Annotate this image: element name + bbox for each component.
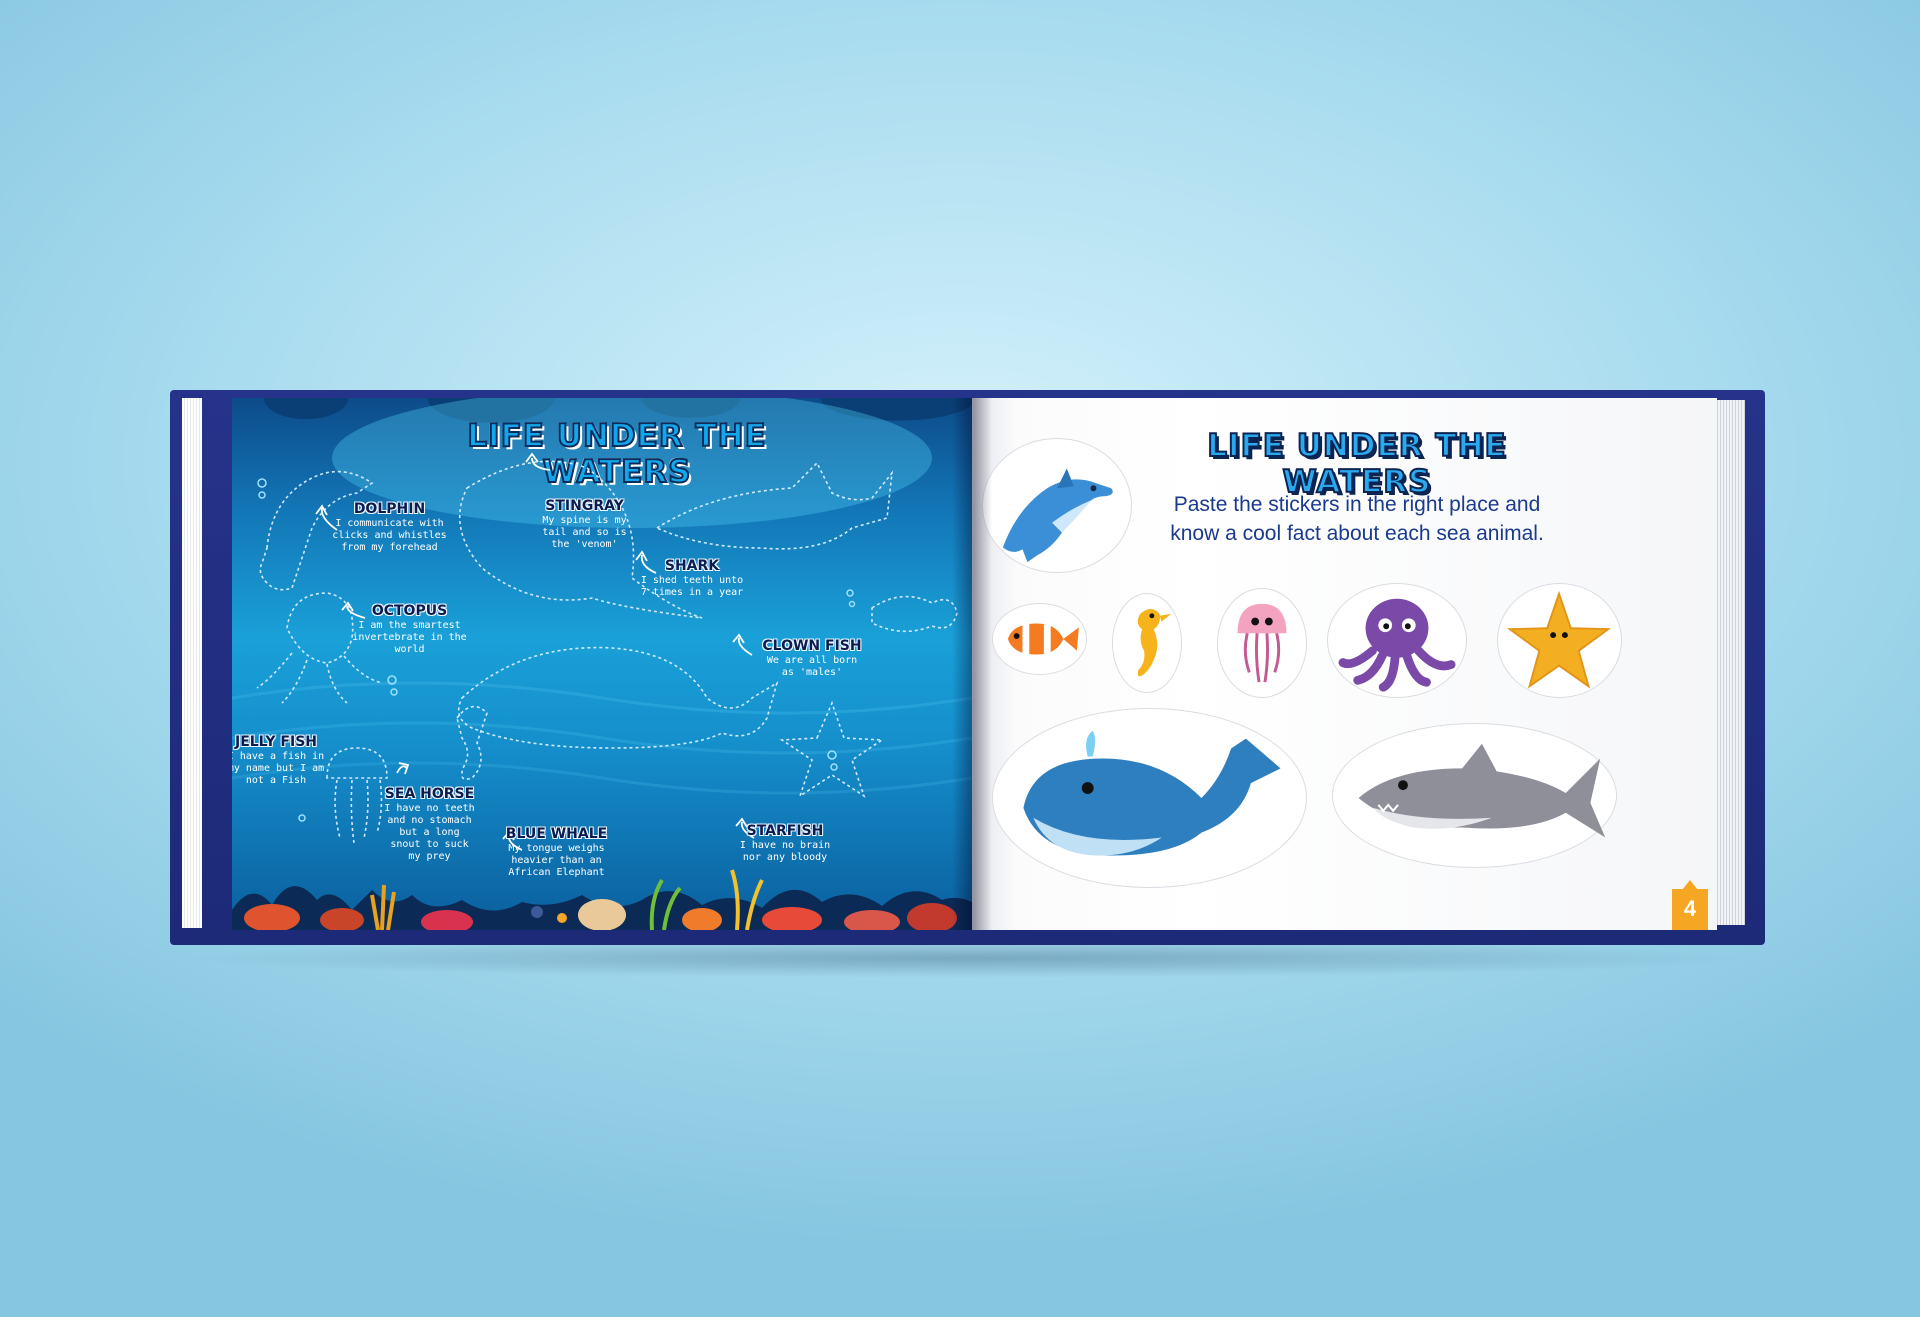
label-jellyfish: JELLY FISH I have a fish in my name but … bbox=[232, 734, 325, 786]
label-shark: SHARK I shed teeth unto 7 times in a yea… bbox=[640, 558, 744, 598]
coral-reef-illustration bbox=[232, 869, 972, 930]
jellyfish-sticker-icon bbox=[1217, 588, 1307, 698]
label-octopus: OCTOPUS I am the smartest invertebrate i… bbox=[352, 603, 467, 655]
shark-sticker-icon bbox=[1332, 723, 1617, 868]
right-page-edges bbox=[1715, 400, 1745, 925]
open-book: LIFE UNDER THE WATERS DOLPHIN I communic… bbox=[170, 390, 1765, 978]
sticker-instruction: Paste the stickers in the right place an… bbox=[1170, 493, 1544, 545]
clownfish-sticker-icon bbox=[992, 603, 1087, 675]
label-clownfish: CLOWN FISH We are all born as 'males' bbox=[762, 638, 862, 678]
whale-sticker-icon bbox=[992, 708, 1307, 888]
dolphin-sticker-icon bbox=[982, 438, 1132, 573]
octopus-sticker-icon bbox=[1327, 583, 1467, 698]
right-page: LIFE UNDER THE WATERS Paste the stickers… bbox=[972, 398, 1717, 930]
seahorse-sticker-icon bbox=[1112, 593, 1182, 693]
label-stingray: STINGRAY My spine is my tail and so is t… bbox=[542, 498, 627, 550]
book-gutter bbox=[952, 398, 992, 930]
label-dolphin: DOLPHIN I communicate with clicks and wh… bbox=[332, 501, 447, 553]
left-page-edges bbox=[182, 398, 202, 928]
starfish-sticker-icon bbox=[1497, 583, 1622, 698]
left-page: LIFE UNDER THE WATERS DOLPHIN I communic… bbox=[232, 398, 972, 930]
